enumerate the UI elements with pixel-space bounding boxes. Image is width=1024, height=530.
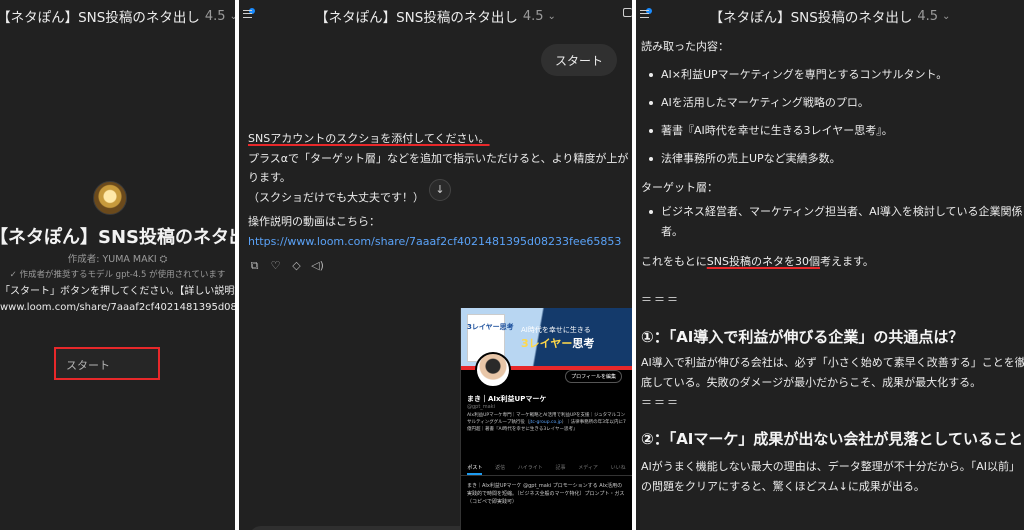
profile-bio: AIx利益UPマーケ専門｜マーケ戦略とAI活用で利益UPを支援｜ジュタマルコンサ… [467,413,626,432]
separator: ＝＝＝ [641,396,680,409]
topic-body: AI導入で利益が伸びる会社は、必ず「小さく始めて素早く改善する」ことを徹底してい… [641,356,1024,389]
speaker-icon[interactable]: ◁) [311,259,324,272]
header-title: 【ネタぽん】SNS投稿のネタ出し [709,10,913,26]
model-selector[interactable]: 【ネタぽん】SNS投稿のネタ出し 4.5 ⌄ [239,0,632,32]
gpt-title: 【ネタぽん】SNS投稿のネタ出し [0,227,235,248]
list-item: AIを活用したマーケティング戦略のプロ。 [641,93,1024,113]
check-icon: ✓ [9,270,17,280]
instruction-line: SNSアカウントのスクショを添付してください。 [248,132,490,145]
copy-icon[interactable]: ⧉ [248,259,261,272]
message-actions: ⧉ ♡ ◇ ◁) [248,259,324,272]
thumbs-up-icon[interactable]: ♡ [269,259,282,272]
topic-heading: ②：「AIマーケ」成果が出ない会社が見落としていること [641,430,1023,448]
video-link[interactable]: https://www.loom.com/share/7aaaf2cf40214… [248,232,632,251]
target-label: ターゲット層： [641,181,718,194]
chevron-down-icon: ⌄ [547,10,556,22]
profile-avatar [475,352,511,388]
arrow-down-icon[interactable]: ↓ [839,480,848,493]
scroll-down-icon[interactable]: ↓ [429,179,451,201]
model-version: 4.5 [917,8,939,24]
thumbs-down-icon[interactable]: ◇ [290,259,303,272]
new-chat-icon[interactable] [623,8,632,17]
profile-handle: @gpt_maki [467,404,496,410]
chat-panel-output: 【ネタぽん】SNS投稿のネタ出し 4.5 ⌄ 読み取った内容： AI×利益UPマ… [636,0,1024,530]
read-list: AI×利益UPマーケティングを専門とするコンサルタント。 AIを活用したマーケテ… [641,65,1024,169]
model-selector[interactable]: 【ネタぽん】SNS投稿のネタ出し 4.5 ⌄ [0,0,235,32]
starter-prompt-button[interactable]: スタート [54,347,160,380]
video-label: 操作説明の動画はこちら： [248,215,380,228]
list-item: AI×利益UPマーケティングを専門とするコンサルタント。 [641,65,1024,85]
profile-post: まき｜AIx利益UPマーケ @gpt_maki プロモーションする AIx活用の… [467,483,625,505]
profile-tabs: ポスト 返信 ハイライト 記事 メディア いいね [461,464,632,476]
chevron-down-icon: ⌄ [229,10,235,22]
header-title: 【ネタぽん】SNS投稿のネタ出し [0,10,200,26]
topic-body: AIがうまく機能しない最大の理由は、データ整理が不十分だから。「AI以前」の問題… [641,460,1021,493]
plan-text: これをもとにSNS投稿のネタを30個考えます。 [641,255,874,268]
gpt-description: 「スタート」ボタンを押してください。【詳しい説明動画】 www.loom.com… [0,286,235,313]
gpt-avatar [93,181,127,215]
attached-profile-screenshot: 3レイヤー思考 AI時代を幸せに生きる 3レイヤー思考 プロフィールを編集 まき… [460,308,632,530]
gpt-intro-panel: 【ネタぽん】SNS投稿のネタ出し 4.5 ⌄ 【ネタぽん】SNS投稿のネタ出し … [0,0,235,530]
model-version: 4.5 [204,8,226,24]
user-message-bubble: スタート [540,44,617,76]
edit-profile-button: プロフィールを編集 [565,370,622,383]
target-list: ビジネス経営者、マーケティング担当者、AI導入を検討している企業関係者。 [641,202,1024,242]
header-title: 【ネタぽん】SNS投稿のネタ出し [315,10,518,26]
profile-name: まき｜AIx利益UPマーケ [467,395,547,403]
list-item: 法律事務所の売上UPなど実績多数。 [641,149,1024,169]
model-selector[interactable]: 【ネタぽん】SNS投稿のネタ出し 4.5 ⌄ [636,0,1024,32]
model-note: ✓ 作成者が推奨するモデル gpt-4.5 が使用されています [9,270,226,280]
gpt-author: 作成者: YUMA MAKI ⛭ [67,254,168,265]
topic-heading: ①：「AI導入で利益が伸びる企業」の共通点は？ [641,328,964,346]
chevron-down-icon: ⌄ [942,10,951,22]
assistant-output: 読み取った内容： AI×利益UPマーケティングを専門とするコンサルタント。 AI… [641,34,1024,497]
list-item: 著書『AI時代を幸せに生きる3レイヤー思考』。 [641,121,1024,141]
read-label: 読み取った内容： [641,40,729,53]
separator: ＝＝＝ [641,293,680,306]
model-version: 4.5 [522,8,544,24]
person-icon: ⛭ [159,254,168,265]
book-title: 3レイヤー思考 [467,323,514,331]
list-item: ビジネス経営者、マーケティング担当者、AI導入を検討している企業関係者。 [641,202,1024,242]
